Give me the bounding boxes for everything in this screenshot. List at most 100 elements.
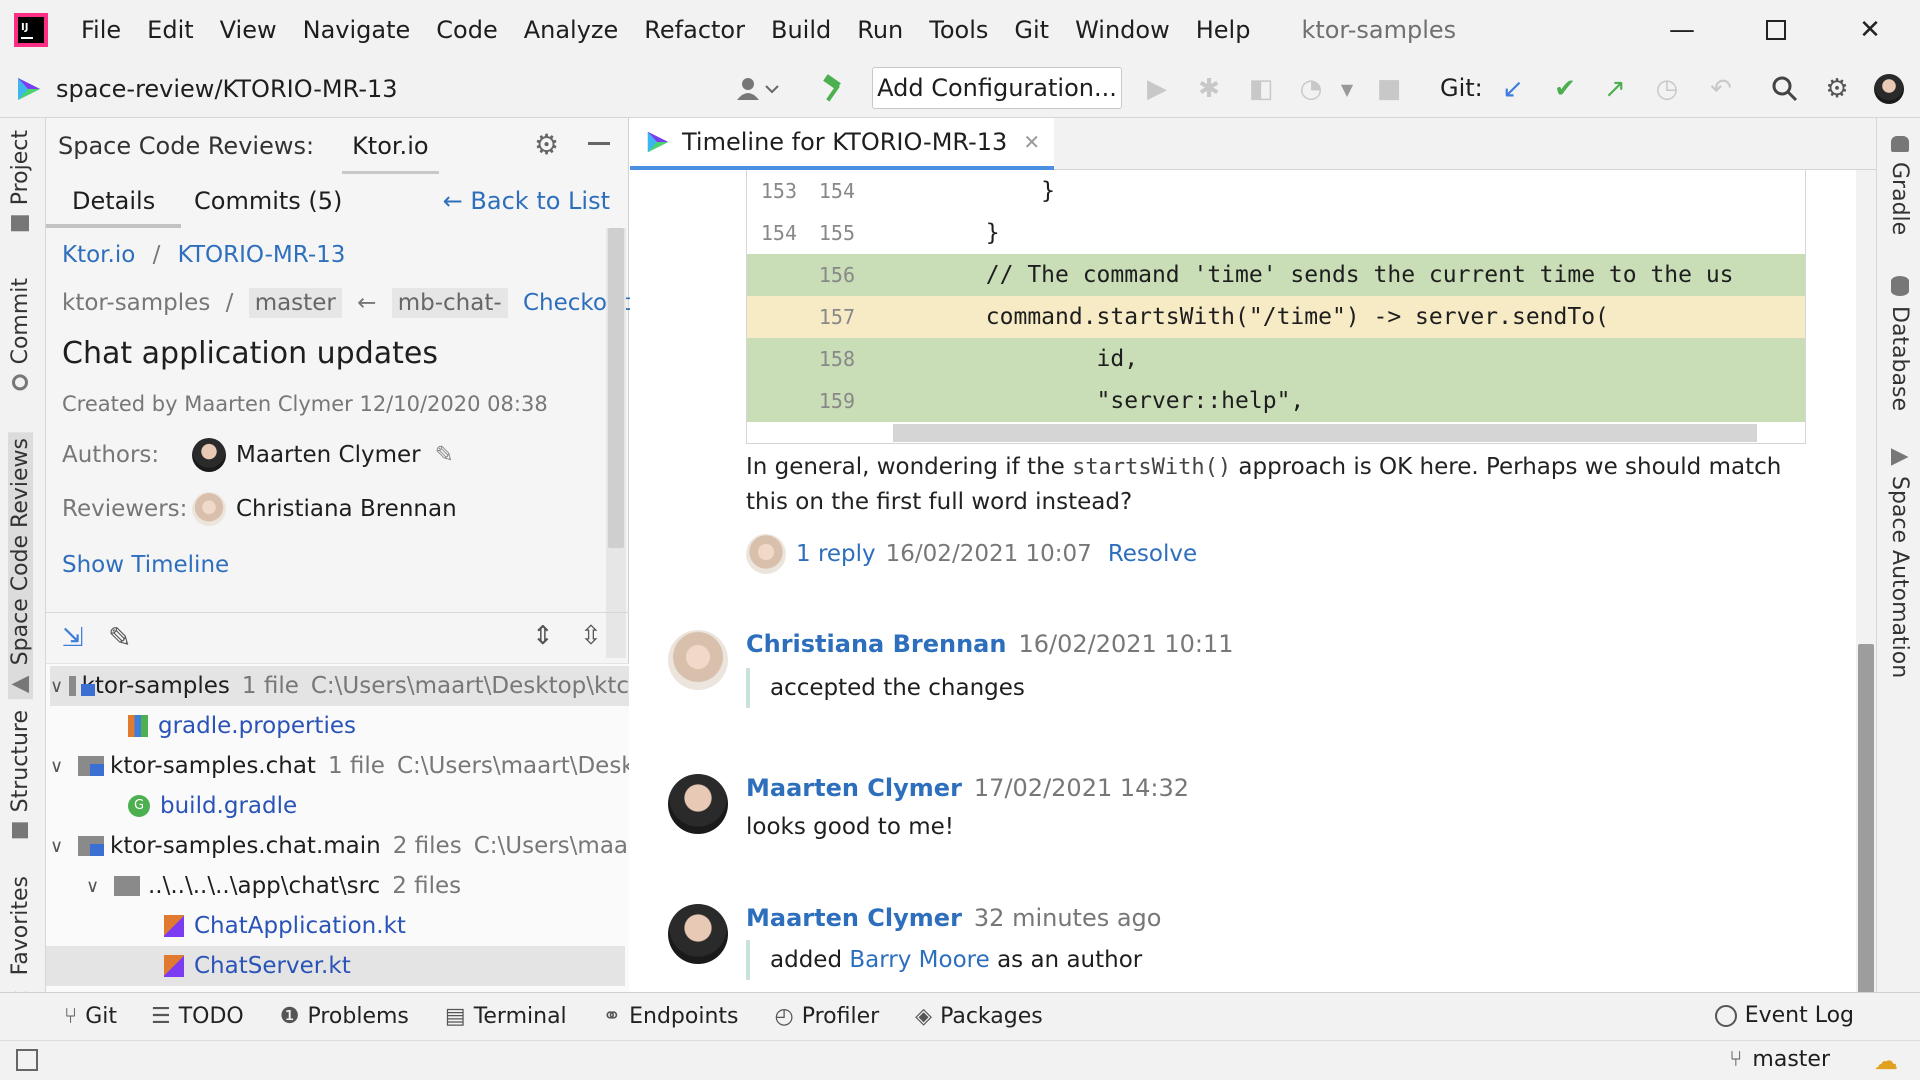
event-log-button[interactable]: Event Log bbox=[1714, 1003, 1854, 1028]
git-push-icon[interactable]: ↗ bbox=[1598, 72, 1632, 106]
tool-window-packages[interactable]: ◈ Packages bbox=[915, 1004, 1043, 1029]
show-diff-icon[interactable]: ⇲ bbox=[62, 623, 84, 653]
menu-view[interactable]: View bbox=[220, 16, 277, 44]
commit-icon bbox=[12, 374, 29, 391]
search-icon[interactable] bbox=[1768, 72, 1802, 106]
update-notification-icon[interactable]: ☁ bbox=[1874, 1047, 1898, 1075]
menu-file[interactable]: File bbox=[81, 16, 121, 44]
resolve-link[interactable]: Resolve bbox=[1108, 541, 1197, 567]
chevron-down-icon[interactable]: ∨ bbox=[86, 876, 108, 897]
tool-window-endpoints[interactable]: ⚭ Endpoints bbox=[603, 1004, 739, 1029]
tree-node[interactable]: ∨ ..\..\..\..\app\chat\src 2 files bbox=[86, 866, 461, 906]
space-icon bbox=[1890, 448, 1909, 466]
menu-analyze[interactable]: Analyze bbox=[524, 16, 619, 44]
git-commit-icon[interactable]: ✔ bbox=[1548, 72, 1582, 106]
tool-tab-project[interactable]: Project bbox=[8, 130, 33, 232]
chevron-down-icon[interactable]: ∨ bbox=[50, 676, 63, 697]
diff-horizontal-scrollbar[interactable] bbox=[893, 424, 1757, 442]
event-author[interactable]: Maarten Clymer 17/02/2021 14:32 bbox=[746, 774, 1189, 802]
menu-code[interactable]: Code bbox=[436, 16, 497, 44]
tab-commits[interactable]: Commits (5) bbox=[168, 174, 368, 228]
edit-source-pencil-icon[interactable]: ✎ bbox=[108, 621, 131, 654]
timeline-scrollbar[interactable] bbox=[1856, 170, 1876, 1000]
breadcrumb-review-link[interactable]: KTORIO-MR-13 bbox=[178, 242, 346, 268]
stop-icon[interactable]: ■ bbox=[1372, 72, 1406, 106]
tool-tab-gradle[interactable]: Gradle bbox=[1887, 136, 1912, 235]
menu-navigate[interactable]: Navigate bbox=[303, 16, 411, 44]
code-text: // The command 'time' sends the current … bbox=[875, 262, 1734, 288]
chevron-down-icon[interactable]: ∨ bbox=[50, 756, 72, 777]
tool-tab-commit[interactable]: Commit bbox=[8, 278, 33, 391]
breadcrumb-project-link[interactable]: Ktor.io bbox=[62, 242, 135, 268]
run-icon[interactable]: ▶ bbox=[1140, 72, 1174, 106]
tool-tab-structure[interactable]: Structure bbox=[8, 710, 33, 839]
show-timeline-link[interactable]: Show Timeline bbox=[62, 552, 229, 578]
new-line-number: 157 bbox=[818, 305, 855, 329]
tool-window-terminal[interactable]: ▤ Terminal bbox=[445, 1004, 567, 1029]
debug-icon[interactable]: ✱ bbox=[1192, 72, 1226, 106]
close-tab-icon[interactable]: ✕ bbox=[1023, 130, 1040, 154]
authors-label: Authors: bbox=[62, 442, 160, 468]
event-author[interactable]: Christiana Brennan 16/02/2021 10:11 bbox=[746, 630, 1234, 658]
reviewers-label: Reviewers: bbox=[62, 496, 188, 522]
tool-tab-favorites-label: Favorites bbox=[8, 876, 33, 976]
tool-window-todo[interactable]: ☰ TODO bbox=[151, 1004, 244, 1029]
collapse-all-icon[interactable]: ⇳ bbox=[580, 621, 602, 651]
git-history-icon[interactable]: ◷ bbox=[1650, 72, 1684, 106]
user-dropdown-icon[interactable] bbox=[730, 72, 784, 106]
menu-help[interactable]: Help bbox=[1196, 16, 1251, 44]
tool-window-problems[interactable]: ❶ Problems bbox=[280, 1004, 409, 1029]
details-scrollbar[interactable] bbox=[606, 228, 626, 658]
menu-window[interactable]: Window bbox=[1075, 16, 1170, 44]
build-hammer-icon[interactable] bbox=[816, 72, 850, 106]
tool-tab-favorites[interactable]: ★ Favorites bbox=[8, 876, 33, 1010]
tab-details[interactable]: Details bbox=[46, 174, 182, 228]
tree-node[interactable]: ∨ ktor-samples.chat.main 2 files C:\User… bbox=[50, 826, 629, 866]
add-configuration-button[interactable]: Add Configuration... bbox=[872, 67, 1122, 109]
tool-tab-space-code-reviews[interactable]: Space Code Reviews bbox=[8, 432, 33, 700]
tree-node[interactable]: gradle.properties bbox=[128, 706, 356, 746]
menu-refactor[interactable]: Refactor bbox=[644, 16, 745, 44]
back-to-list-link[interactable]: ← Back to List bbox=[443, 174, 610, 228]
tree-node[interactable]: ∨ ktor-samples 1 file C:\Users\maart\Des… bbox=[50, 666, 629, 706]
tool-tab-database[interactable]: Database bbox=[1887, 276, 1912, 411]
run-options-chevron-icon[interactable]: ▼ bbox=[1330, 72, 1364, 106]
settings-gear-icon[interactable]: ⚙ bbox=[1820, 72, 1854, 106]
reply-link[interactable]: 1 reply bbox=[796, 541, 876, 567]
editor-tab-timeline[interactable]: Timeline for KTORIO-MR-13 ✕ bbox=[630, 118, 1055, 170]
maximize-button[interactable] bbox=[1754, 10, 1798, 50]
tree-node[interactable]: ChatServer.kt bbox=[46, 946, 625, 986]
menu-build[interactable]: Build bbox=[771, 16, 831, 44]
tree-node[interactable]: ChatApplication.kt bbox=[164, 906, 406, 946]
menu-git[interactable]: Git bbox=[1014, 16, 1049, 44]
timeline-scrollbar-thumb[interactable] bbox=[1858, 644, 1874, 1000]
tree-node[interactable]: ∨ ktor-samples.chat 1 file C:\Users\maar… bbox=[50, 746, 629, 786]
profile-icon[interactable]: ◔ bbox=[1294, 72, 1328, 106]
git-branch-widget[interactable]: ⑂ master bbox=[1729, 1047, 1830, 1072]
menu-edit[interactable]: Edit bbox=[147, 16, 193, 44]
toggle-tool-windows-icon[interactable] bbox=[16, 1049, 38, 1071]
menu-run[interactable]: Run bbox=[857, 16, 903, 44]
tool-tab-space-automation[interactable]: Space Automation bbox=[1887, 448, 1912, 678]
edit-authors-pencil-icon[interactable]: ✎ bbox=[435, 442, 454, 468]
user-avatar[interactable] bbox=[1872, 72, 1906, 106]
project-breadcrumb[interactable]: space-review/KTORIO-MR-13 bbox=[14, 74, 398, 104]
details-scrollbar-thumb[interactable] bbox=[608, 228, 624, 548]
tool-window-profiler[interactable]: ◴ Profiler bbox=[775, 1004, 880, 1029]
menu-tools[interactable]: Tools bbox=[929, 16, 988, 44]
close-window-button[interactable]: ✕ bbox=[1848, 10, 1892, 50]
panel-settings-gear-icon[interactable]: ⚙ bbox=[534, 128, 559, 161]
tree-node[interactable]: G build.gradle bbox=[128, 786, 297, 826]
tool-tab-gradle-label: Gradle bbox=[1887, 162, 1912, 236]
mention-link[interactable]: Barry Moore bbox=[849, 947, 989, 973]
minimize-button[interactable]: — bbox=[1660, 10, 1704, 50]
panel-hide-icon[interactable] bbox=[588, 142, 610, 145]
git-update-icon[interactable]: ↙ bbox=[1496, 72, 1530, 106]
event-author[interactable]: Maarten Clymer 32 minutes ago bbox=[746, 904, 1161, 932]
tool-window-git[interactable]: ⑂ Git bbox=[64, 1004, 117, 1029]
expand-all-icon[interactable]: ⇕ bbox=[532, 621, 554, 651]
chevron-down-icon[interactable]: ∨ bbox=[50, 836, 72, 857]
git-rollback-icon[interactable]: ↶ bbox=[1704, 72, 1738, 106]
coverage-icon[interactable]: ◧ bbox=[1244, 72, 1278, 106]
panel-tab-ktor-io[interactable]: Ktor.io bbox=[342, 118, 439, 174]
